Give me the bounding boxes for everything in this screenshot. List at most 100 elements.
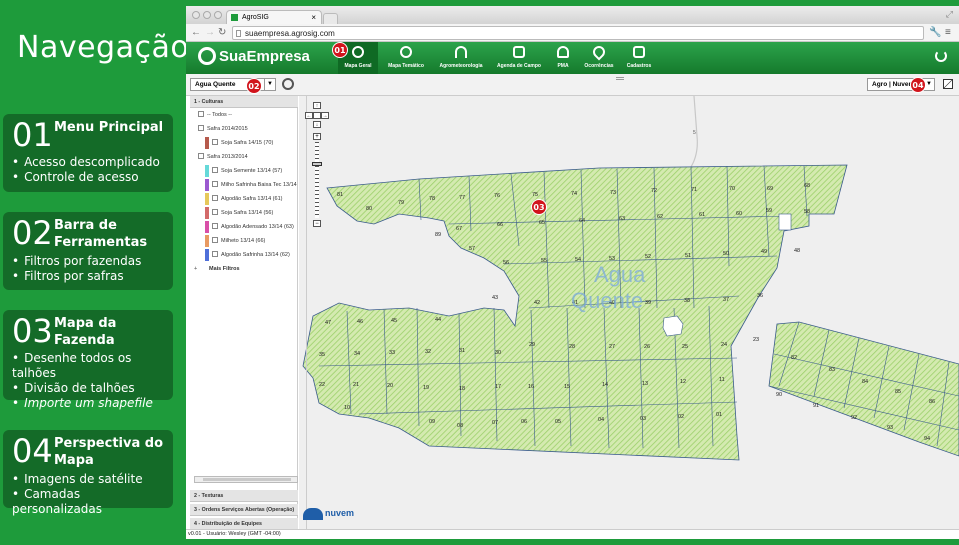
checkbox[interactable] bbox=[212, 167, 218, 173]
more-filters[interactable]: + Mais Filtros bbox=[194, 266, 240, 272]
filter-item[interactable]: Soja Safra 14/15 (70) bbox=[212, 139, 273, 146]
maximize-window-icon[interactable] bbox=[214, 11, 222, 19]
wrench-icon[interactable]: 🔧 bbox=[929, 27, 941, 38]
checkbox[interactable] bbox=[198, 153, 204, 159]
pan-down-icon[interactable]: ↓ bbox=[313, 121, 321, 128]
power-icon[interactable] bbox=[935, 50, 947, 62]
plot-number[interactable]: 34 bbox=[354, 351, 360, 357]
checkbox[interactable] bbox=[212, 223, 218, 229]
menu-agrometeorologia[interactable]: Agrometeorologia bbox=[435, 42, 487, 74]
plot-number[interactable]: 28 bbox=[569, 344, 575, 350]
plot-number[interactable]: 18 bbox=[459, 386, 465, 392]
plot-number[interactable]: 13 bbox=[642, 381, 648, 387]
plot-number[interactable]: 22 bbox=[319, 382, 325, 388]
brand-logo[interactable]: SuaEmpresa bbox=[198, 47, 310, 65]
scrollbar-thumb[interactable] bbox=[203, 478, 291, 481]
plot-number[interactable]: 52 bbox=[645, 254, 651, 260]
checkbox[interactable] bbox=[212, 195, 218, 201]
zoom-out-button[interactable]: − bbox=[313, 220, 321, 227]
field-plots-map[interactable]: 5 81 80 79 78 77 76 75 74 73 72 71 70 69 68 67 66 65 64 63… bbox=[299, 96, 959, 529]
plot-number[interactable]: 66 bbox=[497, 222, 503, 228]
plot-number[interactable]: 73 bbox=[610, 190, 616, 196]
plot-number[interactable]: 75 bbox=[532, 192, 538, 198]
plot-number[interactable]: 46 bbox=[357, 319, 363, 325]
plot-number[interactable]: 58 bbox=[804, 209, 810, 215]
plot-number[interactable]: 12 bbox=[680, 379, 686, 385]
plot-number[interactable]: 01 bbox=[716, 412, 722, 418]
filter-item[interactable]: Soja Semente 13/14 (57) bbox=[212, 167, 282, 174]
locate-icon[interactable] bbox=[282, 78, 294, 90]
plot-number[interactable]: 15 bbox=[564, 384, 570, 390]
filter-todos[interactable]: -- Todos -- bbox=[198, 111, 232, 118]
address-bar[interactable]: suaempresa.agrosig.com bbox=[232, 26, 924, 40]
menu-cadastros[interactable]: Cadastros bbox=[624, 42, 654, 74]
plot-number[interactable]: 06 bbox=[521, 419, 527, 425]
filter-item[interactable]: Algodão Safra 13/14 (61) bbox=[212, 195, 282, 202]
reload-icon[interactable]: ↻ bbox=[218, 27, 226, 38]
plot-number[interactable]: 45 bbox=[391, 318, 397, 324]
new-tab-button[interactable] bbox=[323, 13, 338, 24]
section-culturas[interactable]: 1 - Culturas bbox=[190, 96, 298, 108]
plot-number[interactable]: 39 bbox=[645, 300, 651, 306]
filter-item[interactable]: Milheto 13/14 (66) bbox=[212, 237, 265, 244]
plot-number[interactable]: 50 bbox=[723, 251, 729, 257]
plot-number[interactable]: 90 bbox=[776, 392, 782, 398]
collapse-handle[interactable] bbox=[616, 77, 624, 80]
plot-number[interactable]: 30 bbox=[495, 350, 501, 356]
filter-item[interactable]: Soja Safra 13/14 (56) bbox=[212, 209, 273, 216]
plot-number[interactable]: 76 bbox=[494, 193, 500, 199]
plot-number[interactable]: 77 bbox=[459, 195, 465, 201]
fullscreen-icon[interactable]: ⤢ bbox=[946, 9, 953, 20]
plot-number[interactable]: 91 bbox=[813, 403, 819, 409]
plot-number[interactable]: 81 bbox=[337, 192, 343, 198]
filter-item[interactable]: Algodão Safrinha 13/14 (62) bbox=[212, 251, 290, 258]
plot-number[interactable]: 14 bbox=[602, 382, 608, 388]
filter-safra-2013-2014[interactable]: Safra 2013/2014 bbox=[198, 153, 248, 160]
plot-number[interactable]: 21 bbox=[353, 382, 359, 388]
plot-number[interactable]: 78 bbox=[429, 196, 435, 202]
minimize-window-icon[interactable] bbox=[203, 11, 211, 19]
plot-number[interactable]: 48 bbox=[794, 248, 800, 254]
plot-number[interactable]: 80 bbox=[366, 206, 372, 212]
browser-tab[interactable]: AgroSIG × bbox=[226, 10, 322, 24]
plot-number[interactable]: 05 bbox=[555, 419, 561, 425]
close-window-icon[interactable] bbox=[192, 11, 200, 19]
plot-number[interactable]: 31 bbox=[459, 348, 465, 354]
plot-number[interactable]: 72 bbox=[651, 188, 657, 194]
plot-number[interactable]: 94 bbox=[924, 436, 930, 442]
pan-up-icon[interactable]: ↑ bbox=[313, 102, 321, 109]
menu-mapa-tematico[interactable]: Mapa Temático bbox=[384, 42, 428, 74]
pan-right-icon[interactable]: → bbox=[321, 112, 329, 119]
plot-number[interactable]: 89 bbox=[435, 232, 441, 238]
checkbox[interactable] bbox=[212, 181, 218, 187]
plot-number[interactable]: 79 bbox=[398, 200, 404, 206]
menu-agenda-campo[interactable]: Agenda de Campo bbox=[494, 42, 544, 74]
plot-number[interactable]: 16 bbox=[528, 384, 534, 390]
plot-number[interactable]: 08 bbox=[457, 423, 463, 429]
plot-number[interactable]: 69 bbox=[767, 186, 773, 192]
plot-number[interactable]: 92 bbox=[851, 415, 857, 421]
plot-number[interactable]: 36 bbox=[757, 293, 763, 299]
plot-number[interactable]: 74 bbox=[571, 191, 577, 197]
farm-select[interactable]: Agua Quente ▼ bbox=[190, 78, 276, 91]
back-icon[interactable]: ← bbox=[191, 27, 201, 38]
plot-number[interactable]: 04 bbox=[598, 417, 604, 423]
plot-number[interactable]: 44 bbox=[435, 317, 441, 323]
forward-icon[interactable]: → bbox=[205, 27, 215, 38]
close-tab-icon[interactable]: × bbox=[311, 13, 316, 22]
expand-map-icon[interactable] bbox=[943, 79, 953, 89]
plot-number[interactable]: 54 bbox=[575, 257, 581, 263]
plot-number[interactable]: 42 bbox=[534, 300, 540, 306]
plot-number[interactable]: 43 bbox=[492, 295, 498, 301]
plot-number[interactable]: 82 bbox=[791, 355, 797, 361]
zoom-in-button[interactable]: + bbox=[313, 133, 321, 140]
plot-number[interactable]: 20 bbox=[387, 383, 393, 389]
plot-number[interactable]: 26 bbox=[644, 344, 650, 350]
plot-number[interactable]: 68 bbox=[804, 183, 810, 189]
plot-number[interactable]: 17 bbox=[495, 384, 501, 390]
plot-number[interactable]: 35 bbox=[319, 352, 325, 358]
plot-number[interactable]: 64 bbox=[579, 218, 585, 224]
checkbox[interactable] bbox=[212, 251, 218, 257]
checkbox[interactable] bbox=[198, 111, 204, 117]
plot-number[interactable]: 19 bbox=[423, 385, 429, 391]
